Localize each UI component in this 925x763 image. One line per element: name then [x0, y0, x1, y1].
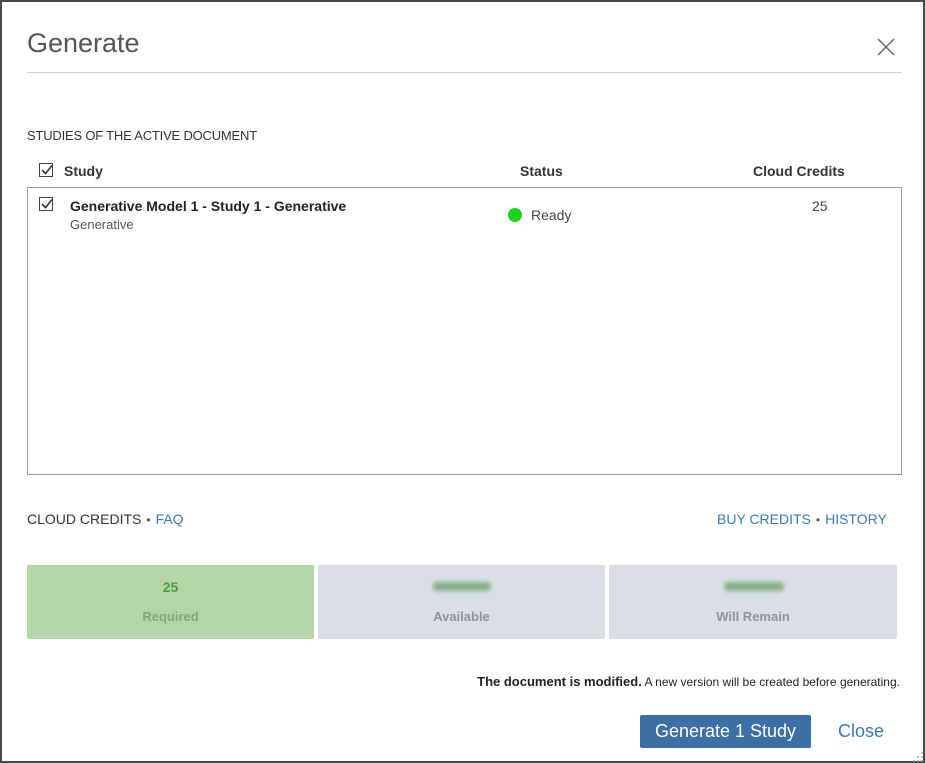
- buy-credits-link[interactable]: BUY CREDITS: [717, 511, 811, 527]
- resize-grip-icon[interactable]: [912, 750, 924, 762]
- cloud-credits-header: CLOUD CREDITS • FAQ: [27, 511, 184, 527]
- column-header-study[interactable]: Study: [64, 163, 103, 179]
- select-all-checkbox[interactable]: [39, 163, 53, 177]
- history-link[interactable]: HISTORY: [825, 511, 887, 527]
- remaining-credits-redacted: [724, 582, 784, 591]
- required-credits-value: 25: [162, 579, 179, 595]
- study-status: Ready: [531, 207, 572, 223]
- available-credits-label: Available: [433, 609, 490, 624]
- generate-button[interactable]: Generate 1 Study: [640, 715, 811, 748]
- studies-list[interactable]: Generative Model 1 - Study 1 - Generativ…: [27, 187, 902, 475]
- available-credits-redacted: [433, 582, 491, 591]
- status-ready-icon: [508, 208, 522, 222]
- column-header-cloud-credits[interactable]: Cloud Credits: [753, 163, 845, 179]
- study-credits: 25: [812, 198, 828, 214]
- required-credits-tile: 25 Required: [27, 565, 314, 639]
- study-name: Generative Model 1 - Study 1 - Generativ…: [70, 198, 347, 214]
- remaining-credits-tile: Will Remain: [609, 565, 897, 639]
- separator: •: [146, 513, 151, 527]
- header-divider: [27, 72, 902, 73]
- notice-bold: The document is modified.: [477, 674, 642, 689]
- study-row-checkbox[interactable]: [39, 197, 53, 211]
- cloud-credits-label: CLOUD CREDITS: [27, 511, 142, 527]
- dialog-title: Generate: [27, 28, 140, 58]
- studies-section-label: STUDIES OF THE ACTIVE DOCUMENT: [27, 128, 257, 143]
- notice-text: A new version will be created before gen…: [644, 675, 901, 689]
- study-type: Generative: [70, 217, 134, 232]
- remaining-credits-label: Will Remain: [716, 609, 790, 624]
- required-credits-label: Required: [142, 609, 199, 624]
- available-credits-tile: Available: [318, 565, 605, 639]
- separator: •: [815, 513, 821, 527]
- close-button[interactable]: Close: [838, 721, 884, 742]
- faq-link[interactable]: FAQ: [156, 511, 184, 527]
- generate-dialog: Generate STUDIES OF THE ACTIVE DOCUMENT …: [0, 0, 925, 763]
- document-modified-notice: The document is modified. A new version …: [252, 674, 900, 689]
- credits-links: BUY CREDITS • HISTORY: [717, 511, 887, 527]
- checkmark-icon: [41, 198, 53, 209]
- column-header-status[interactable]: Status: [520, 163, 563, 179]
- checkmark-icon: [41, 164, 53, 175]
- close-icon[interactable]: [875, 36, 897, 58]
